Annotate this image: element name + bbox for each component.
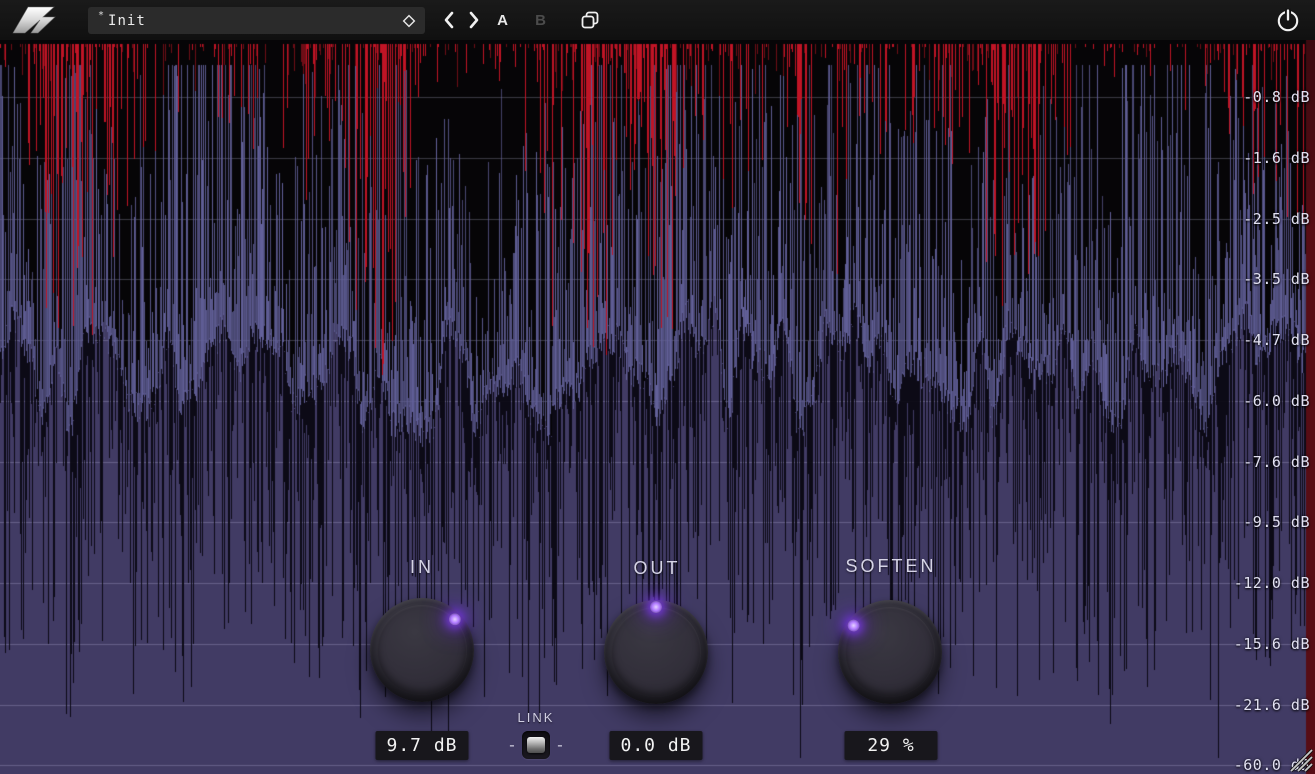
link-label: LINK (518, 710, 555, 725)
copy-icon (579, 9, 601, 31)
bypass-power-button[interactable] (1272, 0, 1304, 40)
chevron-left-icon (443, 11, 455, 29)
top-bar: * Init A B (0, 0, 1315, 40)
preset-modified-mark: * (98, 10, 104, 21)
out-label: OUT (634, 558, 681, 579)
out-value[interactable]: 0.0 dB (610, 731, 703, 760)
link-left-dash: - (507, 736, 517, 755)
diamond-icon (401, 13, 417, 29)
resize-grip-icon[interactable] (1287, 746, 1313, 772)
link-toggle-cap (527, 737, 545, 753)
ab-slot-b-button[interactable]: B (530, 0, 552, 40)
preset-selector[interactable]: * Init (88, 7, 425, 34)
prev-preset-button[interactable] (438, 0, 460, 40)
chevron-right-icon (468, 11, 480, 29)
out-knob-indicator (604, 600, 708, 704)
link-toggle[interactable] (522, 731, 550, 759)
link-right-dash: - (555, 736, 565, 755)
out-knob[interactable] (604, 600, 708, 704)
in-knob[interactable] (370, 598, 474, 702)
copy-preset-button[interactable] (576, 0, 604, 40)
brand-k-logo-icon (8, 3, 60, 37)
ab-slot-a-button[interactable]: A (492, 0, 514, 40)
preset-name: Init (108, 13, 146, 29)
soften-label: SOFTEN (845, 556, 936, 577)
in-label: IN (410, 557, 434, 578)
soften-knob[interactable] (838, 600, 942, 704)
power-icon (1274, 6, 1302, 34)
next-preset-button[interactable] (463, 0, 485, 40)
soften-value[interactable]: 29 % (845, 731, 938, 760)
in-value[interactable]: 9.7 dB (376, 731, 469, 760)
plugin-window: -0.8 dB-1.6 dB-2.5 dB-3.5 dB-4.7 dB-6.0 … (0, 0, 1315, 774)
